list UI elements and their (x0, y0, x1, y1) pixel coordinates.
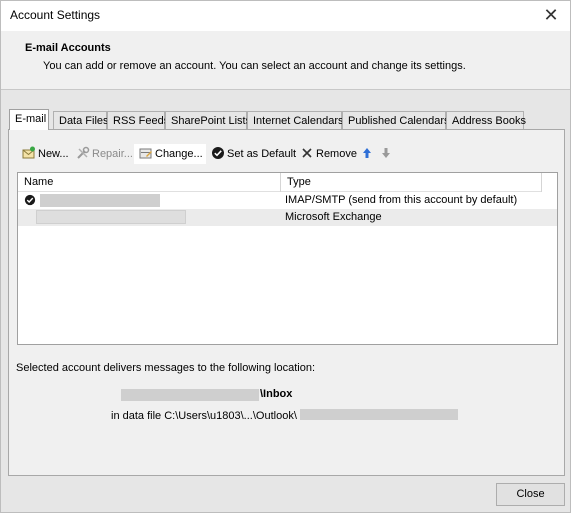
window-title: Account Settings (10, 8, 101, 22)
account-settings-dialog: Account Settings ✕ E-mail Accounts You c… (0, 0, 571, 513)
change-button[interactable]: Change... (134, 144, 206, 164)
email-tab-panel: New... Repair... Change... Set as Defaul… (8, 129, 565, 476)
tab-internet-calendars[interactable]: Internet Calendars (247, 111, 344, 130)
move-down-arrow-icon[interactable] (381, 147, 391, 159)
remove-x-icon (302, 148, 312, 158)
account-toolbar: New... Repair... Change... Set as Defaul… (17, 144, 557, 164)
remove-button-label: Remove (316, 148, 357, 160)
delivery-folder: \Inbox (260, 388, 293, 400)
remove-button[interactable]: Remove (295, 144, 362, 164)
change-button-label: Change... (155, 148, 203, 160)
check-circle-icon (212, 147, 224, 159)
column-separator[interactable] (541, 173, 542, 192)
repair-button[interactable]: Repair... (71, 144, 138, 164)
repair-button-label: Repair... (92, 148, 133, 160)
new-button[interactable]: New... (17, 144, 74, 164)
tab-address-books[interactable]: Address Books (446, 111, 526, 130)
new-button-label: New... (38, 148, 69, 160)
new-account-icon (22, 146, 35, 159)
header-description: You can add or remove an account. You ca… (43, 60, 466, 72)
title-bar: Account Settings ✕ (1, 1, 570, 31)
header-panel: E-mail Accounts You can add or remove an… (1, 31, 570, 90)
tab-rss-feeds[interactable]: RSS Feeds (107, 111, 169, 130)
change-account-icon (139, 148, 152, 159)
redacted-account-name (40, 194, 160, 207)
move-up-arrow-icon[interactable] (362, 147, 372, 159)
set-as-default-label: Set as Default (227, 148, 297, 160)
tab-email[interactable]: E-mail (9, 109, 49, 130)
tab-published-calendars[interactable]: Published Calendars (342, 111, 450, 130)
tab-data-files[interactable]: Data Files (53, 111, 109, 130)
account-row[interactable]: IMAP/SMTP (send from this account by def… (18, 192, 557, 209)
close-button[interactable]: Close (496, 483, 565, 506)
data-file-path: in data file C:\Users\u1803\...\Outlook\ (111, 409, 458, 422)
repair-tools-icon (77, 146, 90, 159)
redacted-file-name (299, 409, 458, 420)
header-title: E-mail Accounts (25, 42, 111, 54)
redacted-mailbox-name (121, 389, 259, 401)
account-type: Microsoft Exchange (285, 211, 382, 223)
redacted-account-name (36, 210, 186, 224)
default-check-icon (24, 194, 36, 206)
data-file-path-text: in data file C:\Users\u1803\...\Outlook\ (111, 410, 297, 422)
column-header-type[interactable]: Type (281, 173, 541, 192)
set-as-default-button[interactable]: Set as Default (206, 144, 301, 164)
column-header-name[interactable]: Name (18, 173, 280, 192)
delivery-label: Selected account delivers messages to th… (16, 362, 316, 374)
account-row[interactable]: Microsoft Exchange (18, 209, 557, 226)
close-icon[interactable]: ✕ (540, 4, 562, 26)
account-type: IMAP/SMTP (send from this account by def… (285, 194, 518, 206)
tab-sharepoint-lists[interactable]: SharePoint Lists (165, 111, 251, 130)
account-list[interactable]: Name Type IMAP/SMTP (send from this acco… (17, 172, 558, 345)
